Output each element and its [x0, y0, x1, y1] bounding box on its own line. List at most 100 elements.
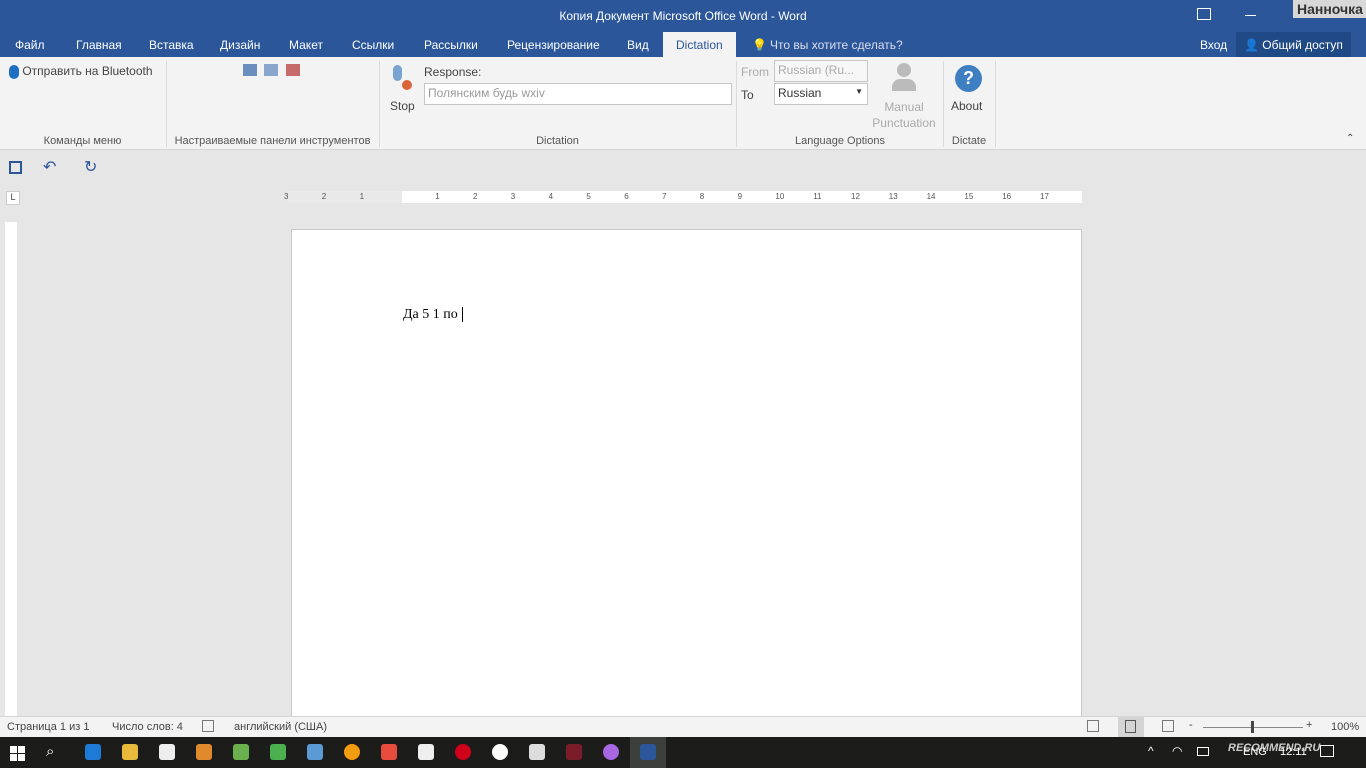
notifications-icon[interactable] — [1320, 745, 1334, 757]
calculator-icon[interactable] — [529, 744, 545, 760]
app-wine-icon[interactable] — [566, 744, 582, 760]
collapse-ribbon-icon[interactable]: ⌃ — [1346, 133, 1354, 144]
group-label-menu: Команды меню — [43, 135, 122, 147]
language-status[interactable]: английский (США) — [234, 721, 327, 733]
zoom-out-button[interactable]: - — [1189, 719, 1193, 731]
taskbar: ⌕ ^ ◠ RECOMMEND.RU ENG 12:11 — [0, 737, 1366, 768]
to-select[interactable]: Russian ▼ — [774, 83, 868, 105]
yandex-browser-icon[interactable] — [492, 744, 508, 760]
to-label: To — [741, 88, 754, 102]
ruler-label: 13 — [888, 192, 898, 201]
manual-punct-line1: Manual — [884, 100, 924, 114]
about-button[interactable]: About — [951, 99, 982, 113]
manual-punctuation-button[interactable]: Manual Punctuation — [870, 99, 938, 131]
input-language[interactable]: ENG — [1243, 746, 1267, 758]
manual-punctuation-icon — [892, 63, 916, 93]
clock[interactable]: 12:11 — [1280, 746, 1307, 758]
ruler-label: 3 — [284, 192, 289, 201]
horizontal-ruler[interactable]: 3 2 1 1 2 3 4 5 6 7 8 9 10 11 12 13 14 15 16 17 — [284, 191, 1082, 203]
tab-layout[interactable]: Макет — [289, 38, 323, 52]
explorer-icon[interactable] — [122, 744, 138, 760]
search-icon[interactable]: ⌕ — [46, 743, 54, 760]
document-page[interactable]: Да 5 1 по — [291, 229, 1082, 717]
zoom-in-button[interactable]: + — [1306, 719, 1312, 731]
zoom-level[interactable]: 100% — [1331, 721, 1359, 733]
opera-icon[interactable] — [455, 744, 471, 760]
record-icon — [402, 80, 412, 90]
toolbar-delete-icon[interactable] — [286, 64, 300, 76]
ruler-label: 6 — [624, 192, 629, 201]
microphone-icon — [393, 65, 402, 81]
ruler-label: 11 — [813, 192, 822, 201]
tab-design[interactable]: Дизайн — [220, 38, 260, 52]
media-icon[interactable] — [196, 744, 212, 760]
tab-dictation[interactable]: Dictation — [663, 32, 736, 57]
signin-link[interactable]: Вход — [1200, 38, 1227, 52]
page-count[interactable]: Страница 1 из 1 — [7, 721, 89, 733]
bluetooth-button[interactable]: Отправить на Bluetooth — [9, 64, 153, 79]
app-icon[interactable] — [233, 744, 249, 760]
audio-icon[interactable] — [307, 744, 323, 760]
word-taskbar-button[interactable] — [630, 737, 666, 768]
document-body-text[interactable]: Да 5 1 по — [403, 307, 467, 323]
group-label-dictate: Dictate — [951, 135, 987, 147]
ruler-label: 8 — [699, 192, 705, 201]
from-label: From — [741, 65, 769, 79]
yandex-icon[interactable] — [381, 744, 397, 760]
ruler-label: 3 — [510, 192, 516, 201]
battery-icon[interactable] — [1197, 747, 1209, 756]
toolbar-edit-icon[interactable] — [264, 64, 278, 76]
tab-view[interactable]: Вид — [627, 38, 649, 52]
tab-stop-selector[interactable]: L — [6, 191, 20, 205]
tab-file[interactable]: Файл — [15, 38, 45, 52]
help-icon: ? — [955, 65, 982, 92]
app-orange-icon[interactable] — [344, 744, 360, 760]
store-icon[interactable] — [159, 744, 175, 760]
tell-me-search[interactable]: Что вы хотите сделать? — [770, 38, 903, 52]
tab-home[interactable]: Главная — [76, 38, 122, 52]
response-label: Response: — [424, 65, 482, 79]
ribbon-display-options-icon[interactable] — [1197, 8, 1211, 20]
web-layout-icon[interactable] — [1162, 720, 1174, 732]
stop-button[interactable] — [388, 63, 416, 95]
ie-icon[interactable] — [270, 744, 286, 760]
from-select[interactable]: Russian (Ru... — [774, 60, 868, 82]
ruler-label: 2 — [321, 192, 327, 201]
print-layout-button[interactable] — [1118, 717, 1144, 737]
tab-references[interactable]: Ссылки — [352, 38, 394, 52]
zoom-slider-thumb[interactable] — [1251, 721, 1254, 733]
mail-icon[interactable] — [418, 744, 434, 760]
tab-insert[interactable]: Вставка — [149, 38, 194, 52]
word-count[interactable]: Число слов: 4 — [112, 721, 183, 733]
tab-review[interactable]: Рецензирование — [507, 38, 600, 52]
vertical-ruler[interactable] — [5, 222, 17, 716]
bluetooth-icon — [9, 64, 19, 79]
tab-mailings[interactable]: Рассылки — [424, 38, 478, 52]
group-label-dictation: Dictation — [536, 135, 579, 147]
bluetooth-label: Отправить на Bluetooth — [22, 64, 153, 78]
wifi-icon[interactable]: ◠ — [1172, 744, 1182, 758]
ruler-label: 1 — [435, 192, 440, 201]
tray-chevron-icon[interactable]: ^ — [1148, 744, 1154, 758]
ruler-label: 1 — [359, 192, 365, 201]
text-cursor — [462, 307, 467, 322]
share-button[interactable]: 👤 Общий доступ — [1236, 32, 1351, 57]
print-layout-icon — [1125, 720, 1136, 733]
start-icon[interactable] — [10, 746, 25, 761]
read-mode-icon[interactable] — [1087, 720, 1099, 732]
edge-icon[interactable] — [85, 744, 101, 760]
ruler-label: 14 — [926, 192, 936, 201]
response-field[interactable]: Полянским будь wxiv — [424, 83, 732, 105]
toolbar-icon-1[interactable] — [243, 64, 257, 76]
app-balloon-icon[interactable] — [603, 744, 619, 760]
save-icon[interactable] — [9, 161, 22, 174]
ruler-label: 15 — [964, 192, 974, 201]
undo-icon[interactable]: ↶ — [43, 157, 56, 177]
redo-icon[interactable]: ↻ — [84, 157, 97, 177]
ruler-label: 9 — [737, 192, 743, 201]
status-bar: Страница 1 из 1 Число слов: 4 английский… — [0, 716, 1366, 737]
ruler-label: 5 — [586, 192, 591, 201]
proofing-icon[interactable] — [202, 720, 214, 732]
quick-access-toolbar: ↶ ↻ L — [0, 150, 1366, 205]
minimize-button[interactable] — [1245, 15, 1256, 16]
